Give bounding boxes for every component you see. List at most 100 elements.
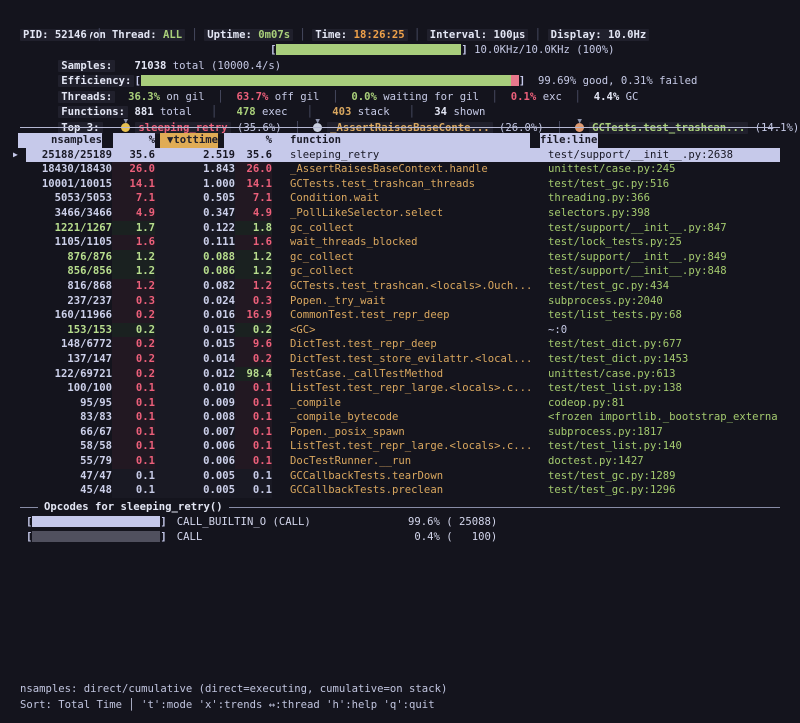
separator-bar-icon: │ [90, 29, 109, 41]
pct-cumulative-cell: 0.1 [235, 469, 272, 484]
table-row[interactable]: 45/480.10.0050.1GCCallbackTests.preclean… [26, 483, 780, 498]
nsamples-cell: 1221/1267 [26, 221, 112, 236]
table-row[interactable]: 122/697210.20.01298.4TestCase._callTestM… [26, 367, 780, 382]
table-row[interactable]: 856/8561.20.0861.2gc_collecttest/support… [26, 264, 780, 279]
tottime-cell: 0.088 [155, 250, 235, 265]
bar-close-bracket: ] [160, 516, 166, 528]
table-row[interactable]: 148/67720.20.0159.6DictTest.test_repr_de… [26, 337, 780, 352]
pct-cumulative-cell: 1.8 [235, 221, 272, 236]
opcode-share-bar [32, 516, 160, 527]
table-row[interactable]: 137/1470.20.0140.2DictTest.test_store_ev… [26, 352, 780, 367]
table-row[interactable]: 100/1000.10.0100.1ListTest.test_repr_lar… [26, 381, 780, 396]
nsamples-cell: 58/58 [26, 439, 112, 454]
pct-cumulative-cell: 0.2 [235, 352, 272, 367]
table-row[interactable]: 5053/50537.10.5057.1Condition.waitthread… [26, 191, 780, 206]
column-header-function[interactable]: function [290, 134, 341, 146]
function-cell: _PollLikeSelector.select [290, 206, 540, 221]
file-line-cell: threading.py:366 [548, 191, 780, 206]
tachyon-profiler-screen: Tachyon Profiler PID: 52146 │ Thread: AL… [0, 0, 800, 723]
file-line-cell: test/test_dict.py:677 [548, 337, 780, 352]
table-row[interactable]: 55/790.10.0060.1DocTestRunner.__rundocte… [26, 454, 780, 469]
file-line-cell: test/test_dict.py:1453 [548, 352, 780, 367]
table-row[interactable]: 10001/1001514.11.00014.1GCTests.test_tra… [26, 177, 780, 192]
functions-table: nsamples % ▼tottime %function file:line … [0, 133, 800, 498]
column-header-nsamples[interactable]: nsamples [18, 133, 102, 148]
table-row[interactable]: 95/950.10.0090.1_compilecodeop.py:81 [26, 396, 780, 411]
pct-direct-cell: 1.6 [112, 235, 155, 250]
file-line-cell: doctest.py:1427 [548, 454, 780, 469]
file-line-cell: selectors.py:398 [548, 206, 780, 221]
table-row[interactable]: ▶25188/2518935.62.51935.6sleeping_retryt… [26, 148, 780, 163]
pct-direct-cell: 0.1 [112, 483, 155, 498]
nsamples-cell: 66/67 [26, 425, 112, 440]
table-row[interactable]: 1221/12671.70.1221.8gc_collecttest/suppo… [26, 221, 780, 236]
info-value: 18:26:25 [354, 29, 405, 41]
table-row[interactable]: 1105/11051.60.1111.6wait_threads_blocked… [26, 235, 780, 250]
tottime-cell: 0.122 [155, 221, 235, 236]
table-header: nsamples % ▼tottime % function file:line [0, 133, 800, 148]
tottime-cell: 0.016 [155, 308, 235, 323]
tottime-cell: 0.006 [155, 439, 235, 454]
separator-bar-icon: │ [293, 29, 312, 41]
opcodes-list: []CALL_BUILTIN_O (CALL)99.6% ( 25088)[]C… [26, 515, 780, 546]
pct-direct-cell: 4.9 [112, 206, 155, 221]
table-row[interactable]: 237/2370.30.0240.3Popen._try_waitsubproc… [26, 294, 780, 309]
table-row[interactable]: 47/470.10.0050.1GCCallbackTests.tearDown… [26, 469, 780, 484]
separator-bar-icon: │ [185, 29, 204, 41]
table-row[interactable]: 816/8681.20.0821.2GCTests.test_trashcan.… [26, 279, 780, 294]
footer-help-line: nsamples: direct/cumulative (direct=exec… [20, 682, 447, 698]
opcode-row: []CALL 0.4% ( 100) [26, 530, 780, 545]
table-row[interactable]: 3466/34664.90.3474.9_PollLikeSelector.se… [26, 206, 780, 221]
pct-cumulative-cell: 9.6 [235, 337, 272, 352]
table-row[interactable]: 876/8761.20.0881.2gc_collecttest/support… [26, 250, 780, 265]
nsamples-cell: 18430/18430 [26, 162, 112, 177]
pct-direct-cell: 1.2 [112, 264, 155, 279]
pct-cumulative-cell: 4.9 [235, 206, 272, 221]
function-cell: DictTest.test_store_evilattr.<local... [290, 352, 540, 367]
nsamples-cell: 45/48 [26, 483, 112, 498]
pct-direct-cell: 26.0 [112, 162, 155, 177]
table-row[interactable]: 66/670.10.0070.1Popen._posix_spawnsubpro… [26, 425, 780, 440]
table-row[interactable]: 153/1530.20.0150.2<GC>~:0 [26, 323, 780, 338]
pct-cumulative-cell: 0.1 [235, 425, 272, 440]
pct-cumulative-cell: 0.1 [235, 396, 272, 411]
column-header-pct-cumulative[interactable]: % [224, 133, 272, 148]
table-row[interactable]: 160/119660.20.01616.9CommonTest.test_rep… [26, 308, 780, 323]
opcodes-separator: Opcodes for sleeping_retry() [20, 500, 780, 515]
pct-direct-cell: 0.2 [112, 337, 155, 352]
pct-direct-cell: 0.2 [112, 308, 155, 323]
function-cell: GCTests.test_trashcan.<locals>.Ouch... [290, 279, 540, 294]
tottime-cell: 0.086 [155, 264, 235, 279]
file-line-cell: test/lock_tests.py:25 [548, 235, 780, 250]
table-row[interactable]: 18430/1843026.01.84326.0_AssertRaisesBas… [26, 162, 780, 177]
column-header-tottime-sort-desc[interactable]: ▼tottime [160, 133, 218, 148]
info-group: Uptime: 0m07s [204, 29, 293, 41]
bar-close-bracket: ] [160, 531, 166, 543]
tottime-cell: 0.347 [155, 206, 235, 221]
function-cell: GCTests.test_trashcan_threads [290, 177, 540, 192]
pct-direct-cell: 0.2 [112, 367, 155, 382]
function-cell: sleeping_retry [290, 148, 540, 163]
tottime-cell: 1.000 [155, 177, 235, 192]
function-cell: wait_threads_blocked [290, 235, 540, 250]
header-separator [20, 127, 780, 128]
nsamples-cell: 100/100 [26, 381, 112, 396]
pct-cumulative-cell: 14.1 [235, 177, 272, 192]
file-line-cell: unittest/case.py:613 [548, 367, 780, 382]
column-header-pct-direct[interactable]: % [113, 133, 155, 148]
opcode-row: []CALL_BUILTIN_O (CALL)99.6% ( 25088) [26, 515, 780, 530]
function-cell: Popen._try_wait [290, 294, 540, 309]
table-row[interactable]: 83/830.10.0080.1_compile_bytecode<frozen… [26, 410, 780, 425]
column-header-group: % function [224, 133, 530, 148]
pct-cumulative-cell: 1.2 [235, 279, 272, 294]
table-row[interactable]: 58/580.10.0060.1ListTest.test_repr_large… [26, 439, 780, 454]
pct-cumulative-cell: 26.0 [235, 162, 272, 177]
pct-cumulative-cell: 16.9 [235, 308, 272, 323]
column-header-file-line[interactable]: file:line [540, 133, 598, 148]
nsamples-cell: 148/6772 [26, 337, 112, 352]
pct-cumulative-cell: 0.3 [235, 294, 272, 309]
separator-dash [20, 507, 38, 508]
pct-direct-cell: 0.3 [112, 294, 155, 309]
separator-bar-icon: │ [528, 29, 547, 41]
functions-line: Functions: 881 total │ 478 exec │ 403 st… [20, 90, 780, 106]
